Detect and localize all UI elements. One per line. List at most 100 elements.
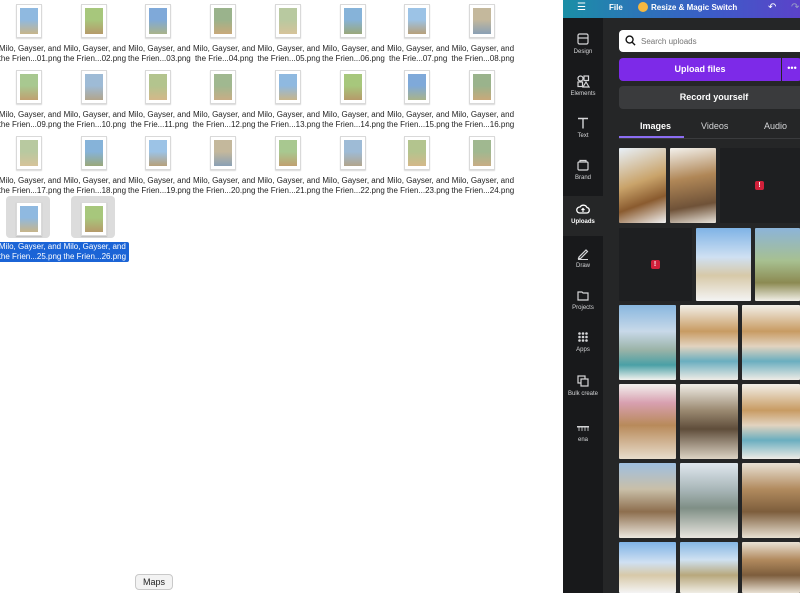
image-preview [742, 384, 800, 459]
file-name-line: the Frien...23.png [386, 186, 450, 195]
search-input[interactable] [641, 33, 791, 49]
file-name-line: the Frien...14.png [322, 120, 385, 129]
rail-item-elements[interactable]: Elements [563, 68, 603, 108]
file-item[interactable]: Milo, Gayser, and the Frien...08.png [452, 2, 517, 66]
resize-magic-switch-button[interactable]: Resize & Magic Switch [651, 3, 737, 12]
file-item[interactable]: Milo, Gayser, and the Frien...01.png [0, 2, 64, 66]
uploaded-image-thumbnail[interactable] [680, 463, 738, 538]
uploaded-image-thumbnail[interactable] [680, 384, 738, 459]
uploaded-image-thumbnail[interactable] [696, 228, 751, 301]
rail-item-design[interactable]: Design [563, 26, 603, 66]
screen: Milo, Gayser, and the Frien...01.png Milo,… [0, 0, 800, 593]
file-name: Milo, Gayser, and the Frien...08.png [449, 44, 517, 64]
file-name: Milo, Gayser, and the Frien...22.png [320, 176, 388, 196]
file-item[interactable]: Milo, Gayser, and the Frien...22.png [322, 134, 388, 198]
upload-files-button[interactable]: Upload files [619, 58, 781, 81]
file-item[interactable]: Milo, Gayser, and the Frien...05.png [257, 2, 323, 66]
image-preview [619, 542, 676, 593]
rail-item-label: Draw [575, 263, 590, 269]
tab-audio[interactable]: Audio [764, 121, 787, 131]
uploaded-image-thumbnail[interactable] [619, 148, 666, 223]
file-name-line: Milo, Gayser, and [451, 176, 515, 185]
tab-videos[interactable]: Videos [701, 121, 728, 131]
image-preview [619, 463, 676, 538]
file-item[interactable]: Milo, Gayser, and the Frien...20.png [193, 134, 258, 198]
file-item[interactable]: Milo, Gayser, and the Frien...21.png [257, 134, 323, 198]
file-item[interactable]: Milo, Gayser, and the Frien...17.png [0, 134, 64, 198]
file-name-line: Milo, Gayser, and [63, 176, 126, 185]
file-item[interactable]: Milo, Gayser, and the Frien...10.png [63, 68, 129, 132]
file-name: Milo, Gayser, and the Frien...16.png [449, 110, 517, 130]
record-yourself-button[interactable]: Record yourself [619, 86, 800, 109]
file-item[interactable]: Milo, Gayser, and the Frien...23.png [386, 134, 452, 198]
file-item[interactable]: Milo, Gayser, and the Frien...13.png [257, 68, 323, 132]
file-thumbnail [145, 70, 172, 104]
file-name: Milo, Gayser, and the Frien...26.png [60, 242, 129, 262]
uploaded-image-thumbnail[interactable] [670, 148, 716, 223]
file-item[interactable]: Milo, Gayser, and the Frie...11.png [128, 68, 193, 132]
rail-item-uploads[interactable]: Uploads [563, 196, 603, 236]
uploaded-image-thumbnail[interactable] [742, 463, 800, 538]
uploaded-image-thumbnail[interactable] [680, 542, 738, 593]
file-item[interactable]: Milo, Gayser, and the Frie...04.png [193, 2, 258, 66]
file-item[interactable]: Milo, Gayser, and the Frien...14.png [322, 68, 388, 132]
finder-icon-view: Milo, Gayser, and the Frien...01.png Milo,… [0, 0, 563, 593]
uploads-panel: Upload files ••• Record yourself Images … [603, 18, 800, 593]
tab-divider [619, 138, 800, 139]
undo-icon[interactable]: ↶ [768, 2, 776, 13]
file-item[interactable]: Milo, Gayser, and the Frien...16.png [452, 68, 517, 132]
uploaded-image-thumbnail[interactable] [742, 542, 800, 593]
file-thumbnail [210, 4, 237, 38]
uploaded-image-thumbnail[interactable] [619, 305, 676, 380]
file-item[interactable]: Milo, Gayser, and the Frien...19.png [128, 134, 193, 198]
file-name-line: the Frien...18.png [63, 186, 127, 195]
uploaded-image-thumbnail[interactable] [742, 305, 800, 380]
rail-item-brand[interactable]: Brand [563, 152, 603, 192]
file-name-line: the Frien...08.png [451, 54, 515, 63]
file-item[interactable]: Milo, Gayser, and the Frien...26.png [60, 196, 129, 264]
file-name-line: Milo, Gayser, and [257, 44, 320, 53]
rail-item-text[interactable]: Text [563, 110, 603, 150]
draw-icon [577, 249, 589, 260]
file-name-line: Milo, Gayser, and [451, 44, 515, 53]
file-item[interactable]: Milo, Gayser, and the Frien...12.png [193, 68, 258, 132]
file-item[interactable]: Milo, Gayser, and the Frien...06.png [322, 2, 388, 66]
failed-upload-tile[interactable]: ! [720, 148, 800, 223]
file-item[interactable]: Milo, Gayser, and the Frien...03.png [128, 2, 193, 66]
search-box[interactable] [619, 30, 800, 52]
rail-item-draw[interactable]: Draw [563, 240, 603, 280]
image-preview [742, 463, 800, 538]
uploaded-image-thumbnail[interactable] [619, 463, 676, 538]
rail-item-ena[interactable]: ena [563, 414, 603, 454]
file-item[interactable]: Milo, Gayser, and the Frien...15.png [387, 68, 452, 132]
redo-icon[interactable]: ↷ [791, 2, 799, 13]
rail-item-label: ena [577, 437, 588, 443]
file-thumbnail [468, 136, 495, 170]
uploaded-image-thumbnail[interactable] [680, 305, 738, 380]
file-thumbnail [80, 70, 107, 104]
file-item[interactable]: Milo, Gayser, and the Frien...18.png [63, 134, 129, 198]
file-menu[interactable]: File [609, 3, 623, 12]
uploaded-image-thumbnail[interactable] [619, 384, 676, 459]
rail-item-apps[interactable]: Apps [563, 324, 603, 364]
file-name-line: Milo, Gayser, and [387, 110, 450, 119]
file-name: Milo, Gayser, and the Frien...02.png [61, 44, 129, 64]
more-options-button[interactable]: ••• [782, 58, 800, 81]
rail-item-bulk-create[interactable]: Bulk create [563, 368, 603, 408]
rail-item-projects[interactable]: Projects [563, 282, 603, 322]
file-name: Milo, Gayser, and the Frien...03.png [125, 44, 193, 64]
file-name: Milo, Gayser, and the Frien...21.png [255, 176, 323, 196]
uploaded-image-thumbnail[interactable] [742, 384, 800, 459]
file-item[interactable]: Milo, Gayser, and the Frie...07.png [387, 2, 452, 66]
file-item[interactable]: Milo, Gayser, and the Frien...24.png [451, 134, 517, 198]
tab-images[interactable]: Images [640, 121, 671, 131]
uploaded-image-thumbnail[interactable] [619, 542, 676, 593]
crown-icon [638, 2, 648, 12]
uploaded-image-thumbnail[interactable] [755, 228, 800, 301]
file-item[interactable]: Milo, Gayser, and the Frien...02.png [63, 2, 129, 66]
file-thumbnail [468, 4, 495, 38]
failed-upload-tile[interactable]: ! [619, 228, 692, 301]
file-item[interactable]: Milo, Gayser, and the Frien...25.png [0, 196, 64, 264]
hamburger-icon[interactable]: ☰ [577, 2, 586, 13]
file-item[interactable]: Milo, Gayser, and the Frien...09.png [0, 68, 64, 132]
